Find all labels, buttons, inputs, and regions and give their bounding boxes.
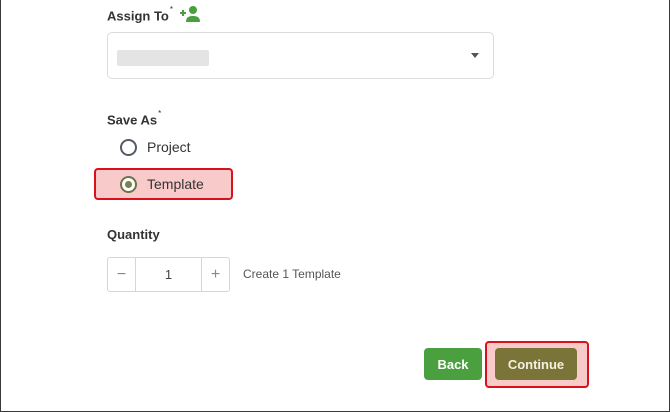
required-mark: * (158, 109, 162, 118)
radio-label-project: Project (147, 139, 191, 155)
radio-button-project[interactable] (120, 138, 137, 156)
quantity-stepper: − 1 + (107, 257, 230, 292)
save-as-label-text: Save As (107, 112, 158, 128)
assign-to-label-text: Assign To (107, 8, 169, 24)
assign-to-select[interactable] (107, 32, 494, 79)
quantity-label: Quantity (107, 227, 160, 242)
radio-label-template: Template (147, 176, 204, 192)
form-panel: Assign To* Save As* Project Template Qua… (0, 0, 670, 412)
quantity-helper-text: Create 1 Template (243, 267, 341, 281)
quantity-value[interactable]: 1 (136, 258, 201, 291)
continue-button[interactable]: Continue (495, 348, 577, 380)
radio-option-project[interactable]: Project (120, 136, 191, 158)
back-button[interactable]: Back (424, 348, 482, 380)
assign-to-selected-value (117, 50, 209, 66)
increment-button[interactable]: + (201, 258, 229, 291)
required-mark: * (169, 5, 173, 14)
chevron-down-icon (471, 53, 479, 58)
radio-option-template[interactable]: Template (120, 173, 204, 195)
add-user-icon[interactable] (179, 5, 201, 23)
assign-to-label: Assign To* (107, 5, 173, 24)
radio-button-template[interactable] (120, 175, 137, 193)
decrement-button[interactable]: − (108, 258, 136, 291)
save-as-label: Save As* (107, 109, 162, 128)
